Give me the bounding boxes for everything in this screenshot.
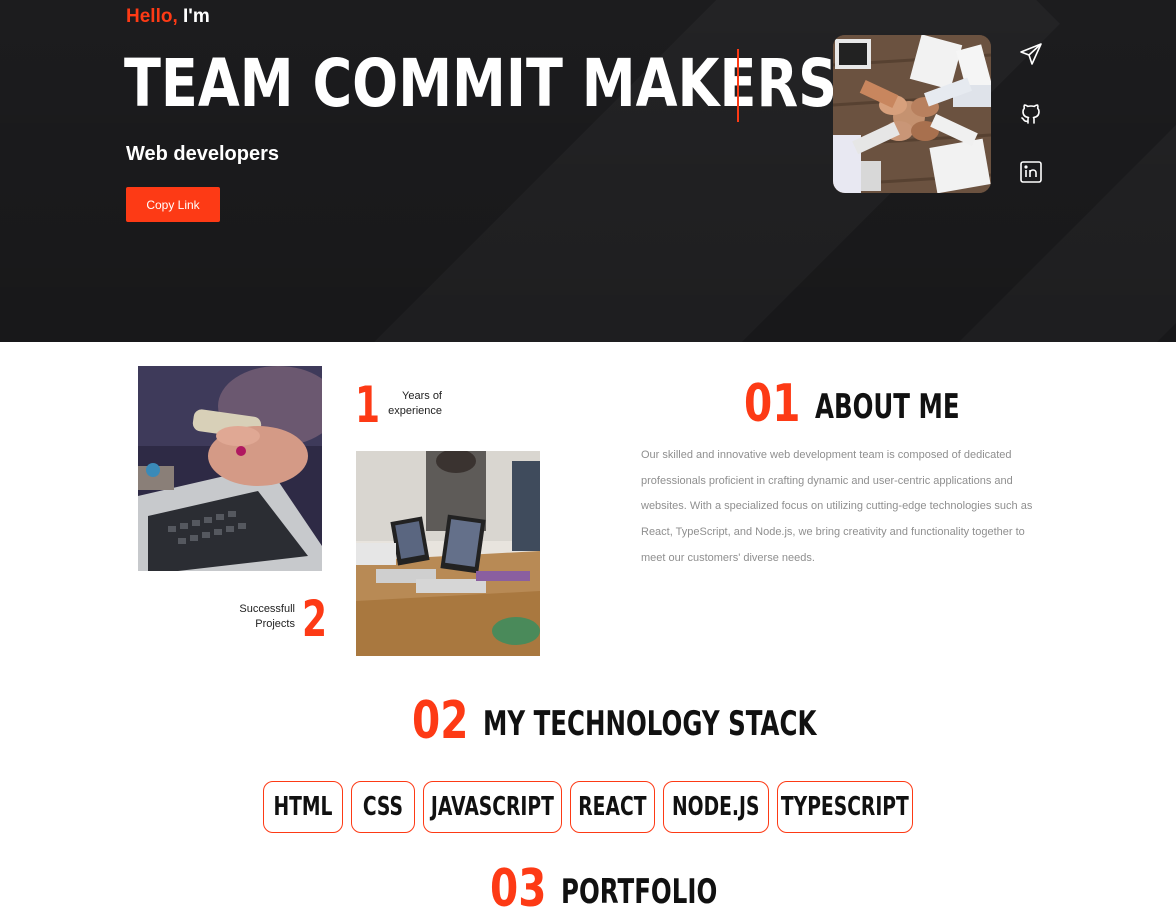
github-icon[interactable] (1016, 99, 1046, 129)
tech-chip-html: HTML (263, 781, 343, 833)
im-text: I'm (183, 6, 210, 27)
years-number: 1 (355, 376, 381, 434)
years-label: Years of experience (388, 390, 442, 417)
team-meeting-photo (356, 451, 540, 656)
hero-title: TEAM COMMIT MAKERS (124, 45, 838, 122)
stack-heading: 02 MY TECHNOLOGY STACK (412, 695, 946, 747)
hero-section: Hello, I'm TEAM COMMIT MAKERS Web develo… (0, 0, 1176, 342)
tech-chip-react: REACT (570, 781, 655, 833)
linkedin-icon[interactable] (1016, 157, 1046, 187)
about-section-number: 01 (744, 374, 801, 434)
hero-greeting: Hello, I'm (126, 6, 210, 28)
typing-caret (737, 49, 739, 122)
tech-chip-typescript: TYPESCRIPT (777, 781, 913, 833)
portfolio-heading: 03 PORTFOLIO (490, 863, 778, 915)
hero-subtitle: Web developers (126, 143, 280, 165)
portfolio-section-number: 03 (490, 859, 547, 919)
tech-stack-list: HTML CSS JAVASCRIPT REACT NODE.JS TYPESC… (0, 781, 1176, 833)
copy-link-button[interactable]: Copy Link (126, 187, 220, 222)
projects-label: Successfull Projects (239, 603, 295, 630)
team-hands-photo (833, 35, 991, 193)
hello-text: Hello, (126, 6, 178, 27)
projects-number: 2 (302, 590, 328, 648)
tech-chip-nodejs: NODE.JS (663, 781, 769, 833)
about-section-title: ABOUT ME (815, 387, 960, 427)
portfolio-section-title: PORTFOLIO (561, 872, 718, 912)
stack-section-title: MY TECHNOLOGY STACK (483, 704, 817, 744)
send-icon[interactable] (1016, 39, 1046, 69)
about-description: Our skilled and innovative web developme… (641, 449, 1033, 564)
laptop-phone-photo (138, 366, 322, 571)
tech-chip-javascript: JAVASCRIPT (423, 781, 562, 833)
stack-section-number: 02 (412, 691, 469, 751)
tech-chip-css: CSS (351, 781, 415, 833)
about-heading: 01 ABOUT ME (744, 378, 1016, 430)
